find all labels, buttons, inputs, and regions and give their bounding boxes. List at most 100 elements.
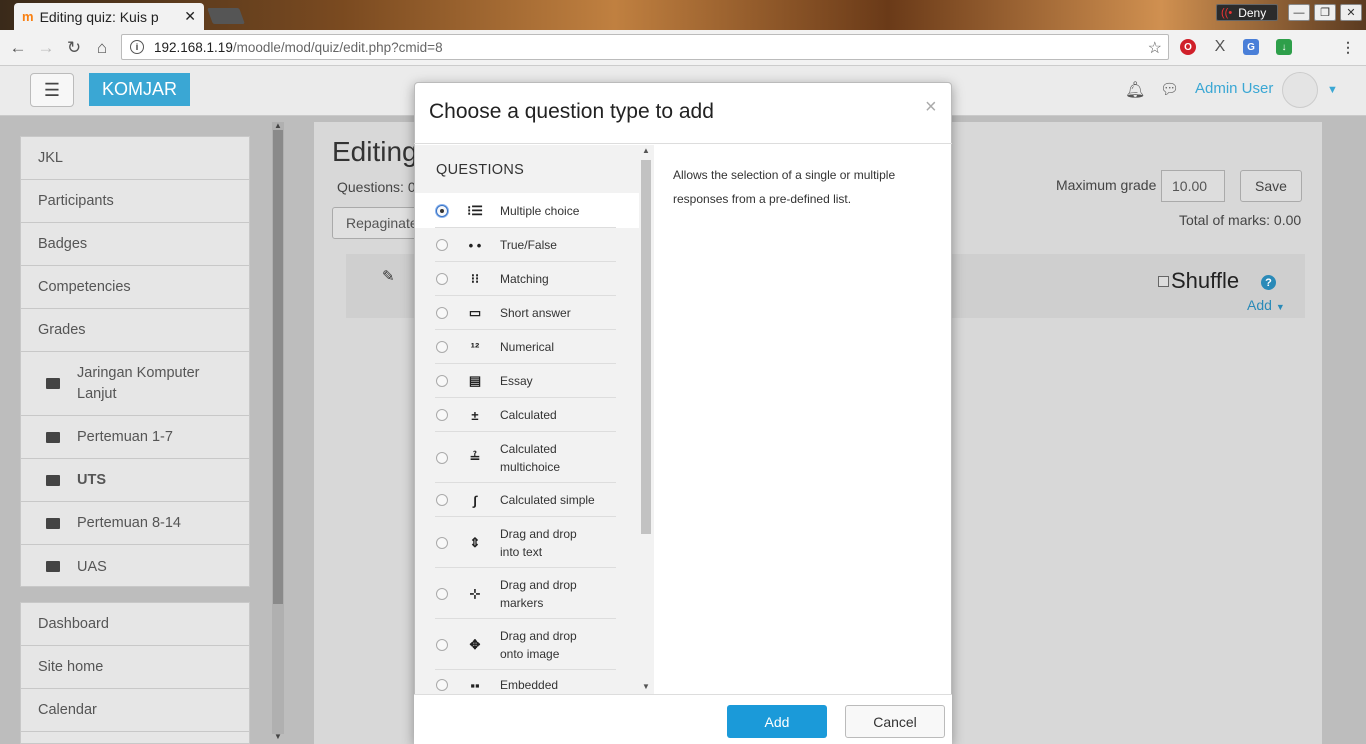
scroll-down-arrow-icon[interactable]: ▼ <box>274 732 282 741</box>
option-radio[interactable] <box>436 536 448 549</box>
option-radio[interactable] <box>436 409 448 421</box>
browser-tab[interactable]: m Editing quiz: Kuis p ✕ <box>14 3 204 30</box>
question-option-drag-and-drop-onto-image[interactable]: ✥ Drag and drop onto image <box>415 619 639 670</box>
translate-extension-icon[interactable]: G <box>1243 39 1259 55</box>
list-bullets-icon: ⁝☰ <box>467 202 483 218</box>
messages-icon[interactable]: 💬︎ <box>1160 80 1179 98</box>
option-radio[interactable] <box>436 273 448 285</box>
url-path: /moodle/mod/quiz/edit.php?cmid=8 <box>232 39 443 55</box>
sidebar-scrollbar-thumb[interactable] <box>273 130 283 604</box>
save-button[interactable]: Save <box>1240 170 1302 202</box>
option-radio[interactable] <box>436 451 448 464</box>
scroll-up-arrow-icon[interactable]: ▲ <box>642 146 650 155</box>
deny-button[interactable]: ((• Deny <box>1216 4 1278 21</box>
address-bar[interactable]: i 192.168.1.19 /moodle/mod/quiz/edit.php… <box>121 34 1169 60</box>
shuffle-checkbox[interactable] <box>1158 275 1169 287</box>
sidebar-folder-uas[interactable]: UAS <box>21 545 249 588</box>
cancel-button[interactable]: Cancel <box>845 705 945 738</box>
reload-icon[interactable]: ↻ <box>62 36 86 60</box>
tab-close-icon[interactable]: ✕ <box>184 8 196 25</box>
question-option-short-answer[interactable]: ▭ Short answer <box>415 296 639 330</box>
sidebar-item-competencies[interactable]: Competencies <box>21 266 249 309</box>
hamburger-icon[interactable]: ☰ <box>30 73 74 107</box>
question-option-true-false[interactable]: • • True/False <box>415 228 639 262</box>
add-dropdown-link[interactable]: Add ▼ <box>1247 297 1285 313</box>
questions-section-header: QUESTIONS <box>436 162 525 178</box>
user-menu-caret-icon[interactable]: ▼ <box>1327 84 1338 96</box>
shuffle-toggle[interactable]: Shuffle <box>1158 268 1239 294</box>
option-radio[interactable] <box>436 341 448 353</box>
tab-title: Editing quiz: Kuis p <box>39 8 159 25</box>
sidebar-item-label: Calendar <box>38 702 97 718</box>
close-icon[interactable]: × <box>925 96 937 119</box>
option-radio[interactable] <box>436 587 448 600</box>
sidebar-item-label: Site home <box>38 659 104 675</box>
sidebar-item-calendar[interactable]: Calendar <box>21 689 249 732</box>
question-option-calculated-simple[interactable]: ∫ Calculated simple <box>415 483 639 517</box>
option-radio[interactable] <box>436 679 448 691</box>
site-brand[interactable]: KOMJAR <box>89 73 190 106</box>
caret-down-icon: ▼ <box>1275 302 1285 312</box>
new-tab-button[interactable] <box>207 8 245 24</box>
sidebar-item-label: Competencies <box>38 279 131 295</box>
sidebar-folder-pertemuan-8-14[interactable]: Pertemuan 8-14 <box>21 502 249 545</box>
back-icon[interactable]: ← <box>6 36 30 60</box>
option-label: Embedded <box>500 678 559 692</box>
sidebar-item-badges[interactable]: Badges <box>21 223 249 266</box>
sidebar-folder-jaringan[interactable]: Jaringan Komputer Lanjut <box>21 352 249 416</box>
menu-icon[interactable]: ⋮ <box>1340 39 1356 55</box>
options-scrollbar-thumb[interactable] <box>641 160 651 534</box>
user-name[interactable]: Admin User <box>1195 80 1273 97</box>
option-radio[interactable] <box>436 239 448 251</box>
notification-bell-icon[interactable]: 🔔︎ <box>1125 80 1145 100</box>
calculated-simple-icon: ∫ <box>473 492 477 508</box>
edit-pencil-icon[interactable]: ✎ <box>382 267 395 285</box>
sidebar-item-dashboard[interactable]: Dashboard <box>21 603 249 646</box>
minimize-button[interactable]: — <box>1288 4 1310 21</box>
question-option-numerical[interactable]: ¹² Numerical <box>415 330 639 364</box>
sidebar-item-participants[interactable]: Participants <box>21 180 249 223</box>
bookmark-star-icon[interactable]: ☆ <box>1148 38 1162 58</box>
x-extension-icon[interactable]: X <box>1212 38 1228 55</box>
option-radio[interactable] <box>436 638 448 651</box>
option-label: Calculated <box>500 408 557 422</box>
question-option-calculated-multichoice[interactable]: ≟ Calculated multichoice <box>415 432 639 483</box>
question-option-matching[interactable]: ⁝⁝ Matching <box>415 262 639 296</box>
option-radio[interactable] <box>436 307 448 319</box>
option-radio[interactable] <box>436 494 448 506</box>
scroll-up-arrow-icon[interactable]: ▲ <box>274 121 282 130</box>
avatar[interactable] <box>1282 72 1318 108</box>
info-icon[interactable]: i <box>130 40 144 54</box>
scroll-down-arrow-icon[interactable]: ▼ <box>642 682 650 691</box>
opera-extension-icon[interactable]: O <box>1180 39 1196 55</box>
url-host: 192.168.1.19 <box>154 39 233 55</box>
forward-icon[interactable]: → <box>34 36 58 60</box>
max-grade-input[interactable] <box>1161 170 1225 202</box>
question-option-calculated[interactable]: ± Calculated <box>415 398 639 432</box>
question-option-multiple-choice[interactable]: ⁝☰ Multiple choice <box>415 193 639 228</box>
sidebar-item-site-home[interactable]: Site home <box>21 646 249 689</box>
add-button[interactable]: Add <box>727 705 827 738</box>
option-radio[interactable] <box>436 375 448 387</box>
option-radio[interactable] <box>436 204 448 217</box>
home-icon[interactable]: ⌂ <box>90 36 114 60</box>
sidebar-item-grades[interactable]: Grades <box>21 309 249 352</box>
help-icon[interactable]: ? <box>1261 275 1276 290</box>
option-label: Drag and drop onto image <box>500 628 577 661</box>
sidebar-folder-uts[interactable]: UTS <box>21 459 249 502</box>
sidebar-item-label: UAS <box>77 558 107 575</box>
question-option-drag-and-drop-into-text[interactable]: ⇕ Drag and drop into text <box>415 517 639 568</box>
numerical-icon: ¹² <box>470 339 480 355</box>
question-option-drag-and-drop-markers[interactable]: ⊹ Drag and drop markers <box>415 568 639 619</box>
sidebar-item-jkl[interactable]: JKL <box>21 137 249 180</box>
download-extension-icon[interactable]: ↓ <box>1276 39 1292 55</box>
question-option-essay[interactable]: ▤ Essay <box>415 364 639 398</box>
question-type-description: Allows the selection of a single or mult… <box>673 168 896 206</box>
restore-button[interactable]: ❐ <box>1314 4 1336 21</box>
matching-icon: ⁝⁝ <box>470 271 480 286</box>
embedded-icon: ▪▪ <box>470 677 480 693</box>
sidebar-folder-pertemuan-1-7[interactable]: Pertemuan 1-7 <box>21 416 249 459</box>
option-label: Drag and drop markers <box>500 577 577 610</box>
close-window-button[interactable]: ✕ <box>1340 4 1362 21</box>
calculated-multichoice-icon: ≟ <box>469 449 481 465</box>
